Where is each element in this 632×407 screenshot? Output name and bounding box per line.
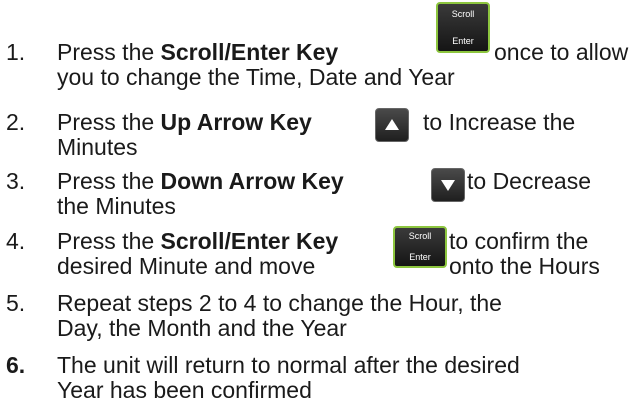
step-text: Press the <box>57 39 161 65</box>
step-number: 2. <box>6 109 26 135</box>
down-arrow-key-icon <box>431 168 465 202</box>
step-text: Minutes <box>57 134 138 160</box>
scroll-enter-key-icon: Scroll Enter <box>393 226 447 268</box>
step-text: Year has been confirmed <box>57 377 312 403</box>
triangle-up-icon <box>385 118 399 130</box>
step-number: 4. <box>6 228 26 254</box>
step-number: 5. <box>6 290 26 316</box>
key-name: Scroll/Enter Key <box>160 39 339 65</box>
step-number: 1. <box>6 39 26 65</box>
step-text: Press the <box>57 228 161 254</box>
step-text: to confirm the <box>449 228 589 254</box>
step-text: once to allow <box>494 39 629 65</box>
step-text: Press the <box>57 109 161 135</box>
step-text: desired Minute and move <box>57 253 316 279</box>
step-text: Repeat steps 2 to 4 to change the Hour, … <box>57 290 502 316</box>
step-text: to Increase the <box>423 109 576 135</box>
step-text: onto the Hours <box>449 253 600 279</box>
step-number: 6. <box>6 352 26 378</box>
scroll-enter-key-icon: Scroll Enter <box>436 2 490 53</box>
step-text: the Minutes <box>57 193 176 219</box>
step-number: 3. <box>6 168 26 194</box>
step-text: Press the <box>57 168 161 194</box>
key-name: Up Arrow Key <box>160 109 312 135</box>
step-text: The unit will return to normal after the… <box>57 352 520 378</box>
up-arrow-key-icon <box>375 108 409 142</box>
step-text: Day, the Month and the Year <box>57 315 347 341</box>
step-text: to Decrease <box>467 168 592 194</box>
step-text: you to change the Time, Date and Year <box>57 64 455 90</box>
key-name: Scroll/Enter Key <box>160 228 339 254</box>
triangle-down-icon <box>441 180 455 192</box>
key-name: Down Arrow Key <box>160 168 344 194</box>
